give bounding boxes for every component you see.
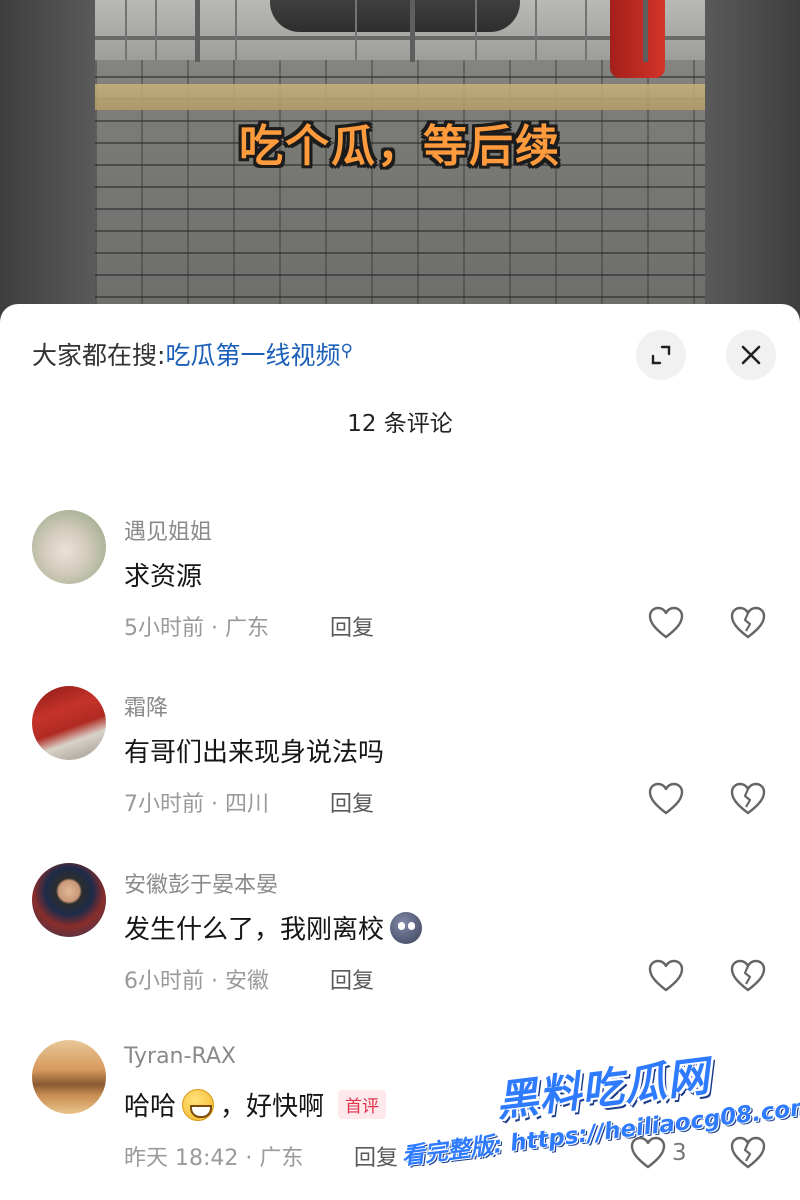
comment-body-rest: ，好快啊 [220, 1092, 325, 1122]
like-count: 3 [672, 1140, 687, 1166]
video-caption: 吃个瓜，等后续 [239, 121, 561, 172]
comment-body: 发生什么了，我刚离校 [124, 915, 385, 945]
railing-post [410, 0, 415, 62]
blob-emoji-icon [390, 911, 423, 944]
comment-body: 求资源 [124, 562, 203, 592]
railing-post [155, 0, 157, 60]
first-comment-badge: 首评 [338, 1090, 387, 1119]
avatar[interactable] [32, 510, 106, 584]
comment-item: 遇见姐姐 求资源 5小时前 · 广东 回复 [0, 510, 800, 680]
car-image [270, 0, 520, 32]
comment-meta: 5小时前 · 广东 [124, 616, 269, 641]
avatar[interactable] [32, 1040, 106, 1114]
reply-button[interactable]: 回复 [330, 610, 374, 642]
broken-heart-icon [730, 1136, 766, 1169]
comment-item: 安徽彭于晏本晏 发生什么了，我刚离校 6小时前 · 安徽 回复 [0, 863, 800, 1033]
railing-post [235, 0, 237, 60]
trending-search[interactable]: 大家都在搜:吃瓜第一线视频⚲ [32, 336, 353, 372]
heart-icon [648, 606, 684, 639]
avatar[interactable] [32, 686, 106, 760]
tactile-paving-strip [95, 84, 705, 110]
reply-button[interactable]: 回复 [330, 786, 374, 818]
dislike-button[interactable] [730, 606, 766, 644]
railing-post [535, 0, 537, 60]
comment-item: 霜降 有哥们出来现身说法吗 7小时前 · 四川 回复 [0, 686, 800, 856]
dislike-button[interactable] [730, 1136, 766, 1174]
railing-post [475, 0, 477, 60]
comment-meta: 6小时前 · 安徽 [124, 969, 269, 994]
close-icon [741, 345, 761, 365]
broken-heart-icon [730, 782, 766, 815]
comment-text: 发生什么了，我刚离校 [124, 909, 423, 946]
close-button[interactable] [726, 330, 776, 380]
avatar[interactable] [32, 863, 106, 937]
broken-heart-icon [730, 606, 766, 639]
broken-heart-icon [730, 959, 766, 992]
search-icon: ⚲ [340, 341, 353, 361]
expand-icon [651, 345, 671, 365]
reply-button[interactable]: 回复 [354, 1140, 398, 1172]
like-button[interactable] [648, 606, 690, 640]
comment-body: 哈哈 [124, 1092, 177, 1122]
comment-body: 有哥们出来现身说法吗 [124, 738, 385, 768]
railing-post [585, 0, 587, 60]
dislike-button[interactable] [730, 959, 766, 997]
search-keyword-link[interactable]: 吃瓜第一线视频 [165, 341, 340, 370]
comment-meta: 昨天 18:42 · 广东 [124, 1146, 304, 1171]
comment-count: 12 条评论 [347, 411, 453, 437]
railing-post [355, 0, 357, 60]
comment-username[interactable]: Tyran-RAX [124, 1044, 236, 1069]
search-prefix: 大家都在搜: [32, 341, 166, 370]
like-button[interactable] [648, 782, 690, 816]
heart-icon [648, 782, 684, 815]
like-button[interactable] [648, 959, 690, 993]
comment-username[interactable]: 遇见姐姐 [124, 514, 212, 546]
comment-text: 求资源 [124, 556, 202, 593]
comment-text: 有哥们出来现身说法吗 [124, 732, 384, 769]
railing-post [195, 0, 200, 62]
comment-meta: 7小时前 · 四川 [124, 792, 269, 817]
grinning-emoji-icon [182, 1088, 215, 1121]
video-player[interactable]: 吃个瓜，等后续 [0, 0, 800, 320]
heart-icon [648, 959, 684, 992]
expand-button[interactable] [636, 330, 686, 380]
dislike-button[interactable] [730, 782, 766, 820]
railing-post [643, 0, 648, 62]
comment-username[interactable]: 霜降 [124, 690, 168, 722]
reply-button[interactable]: 回复 [330, 963, 374, 995]
comment-username[interactable]: 安徽彭于晏本晏 [124, 867, 278, 899]
comment-text: 哈哈 ，好快啊 首评 [124, 1086, 387, 1123]
red-barrier [610, 0, 665, 78]
railing-post [125, 0, 127, 60]
